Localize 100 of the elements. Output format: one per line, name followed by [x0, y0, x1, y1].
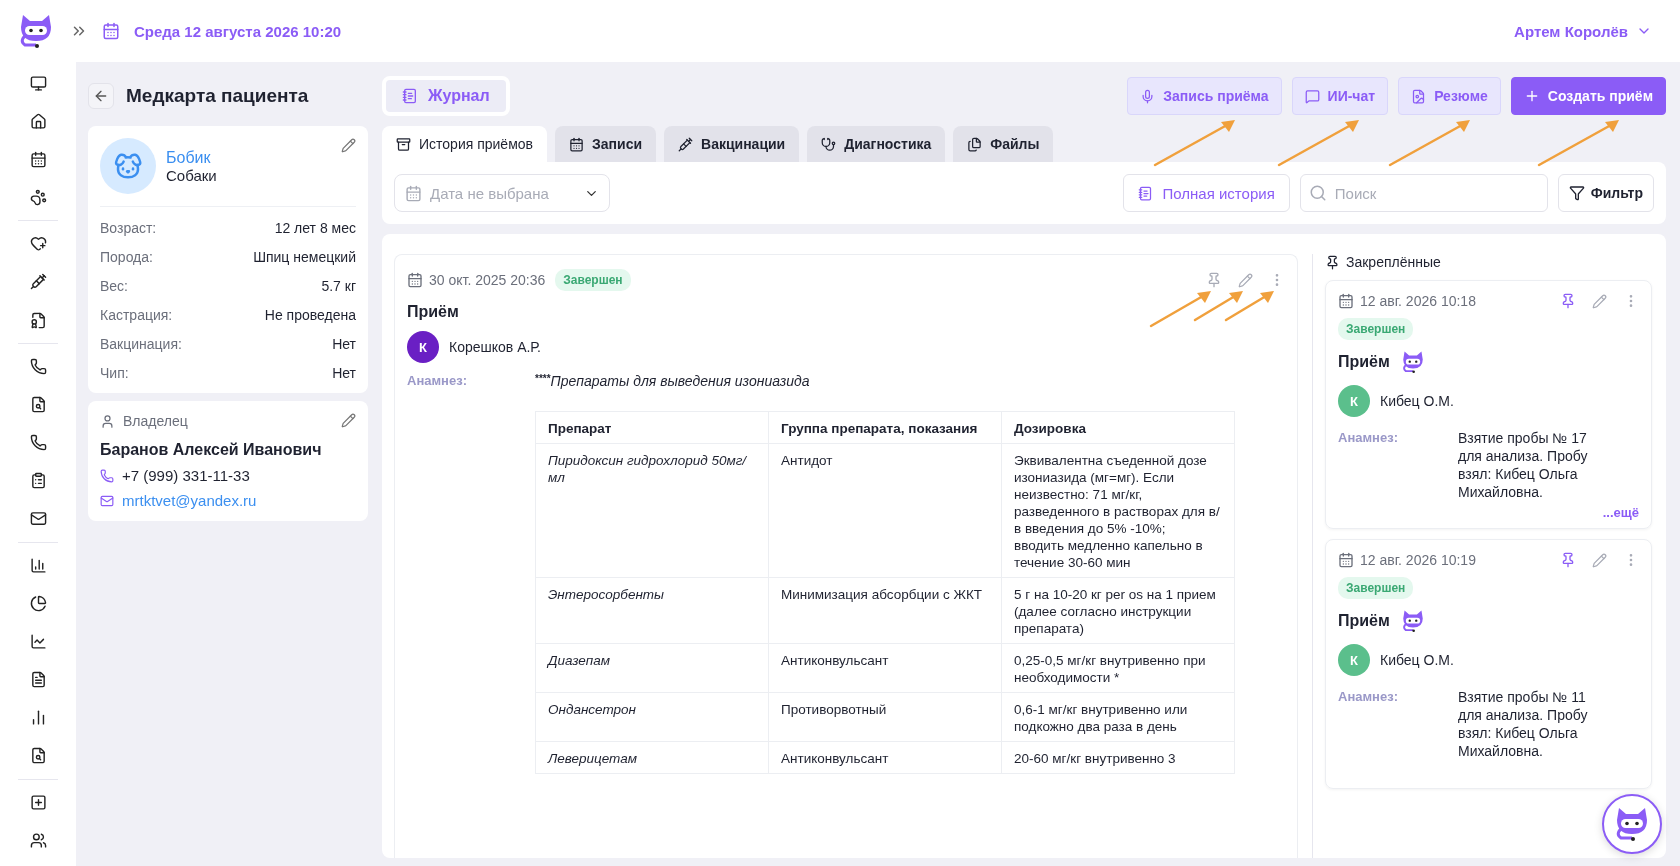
tab[interactable]: История приёмов: [382, 126, 547, 162]
table-cell: Ондансетрон: [535, 692, 769, 742]
table-cell: Минимизация абсорбции с ЖКТ: [768, 577, 1002, 644]
line-chart-icon[interactable]: [28, 632, 48, 651]
owner-name: Баранов Алексей Иванович: [100, 441, 323, 459]
field-value: Не проведена: [264, 307, 356, 323]
paw-icon[interactable]: [28, 188, 48, 207]
status-badge: Завершен: [1338, 577, 1414, 599]
table-cell: Противорвотный: [768, 692, 1002, 742]
users-icon[interactable]: [28, 831, 48, 850]
stethoscope-icon: [821, 136, 837, 152]
field-value: 5.7 кг: [321, 278, 356, 294]
full-history-button[interactable]: Полная история: [1122, 174, 1290, 212]
phone-icon[interactable]: [28, 357, 48, 376]
anamnesis-text: ****Препараты для выведения изониазида: [535, 373, 811, 389]
table-cell: Антиконвульсант: [768, 741, 1002, 774]
table-cell: Антиконвульсант: [768, 643, 1002, 693]
table-cell: Леверицетам: [535, 741, 769, 774]
edit-icon[interactable]: [341, 413, 356, 428]
column-header: Дозировка: [1001, 411, 1235, 444]
date-select[interactable]: Дата не выбрана: [394, 174, 610, 212]
calendar-icon: [102, 22, 120, 40]
bar-chart-icon[interactable]: [28, 556, 48, 575]
owner-email[interactable]: mrtktvet@yandex.ru: [122, 492, 257, 509]
search-icon: [1308, 184, 1327, 202]
phone-icon[interactable]: [28, 433, 48, 452]
more-link[interactable]: ...ещё: [1602, 505, 1639, 520]
record-title: Приём: [1338, 353, 1390, 371]
field-label: Возраст:: [100, 220, 157, 236]
tab[interactable]: Файлы: [953, 126, 1054, 162]
field-label: Кастрация:: [100, 307, 173, 323]
calendar-icon: [405, 184, 422, 202]
owner-phone: +7 (999) 331-11-33: [122, 467, 250, 484]
monitor-icon[interactable]: [28, 74, 48, 92]
status-badge: Завершен: [1338, 318, 1414, 340]
files-icon: [967, 136, 983, 152]
pinned-heading: Закреплённые: [1346, 254, 1441, 270]
search-field[interactable]: Поиск: [1299, 174, 1548, 212]
pin-icon: [1325, 254, 1340, 270]
user-menu[interactable]: Артем Королёв: [1510, 18, 1656, 44]
calendar-icon: [1338, 293, 1354, 309]
record-title: Приём: [407, 303, 459, 321]
column-header: Препарат: [535, 411, 769, 444]
plus-square-icon[interactable]: [28, 793, 48, 812]
table-cell: Энтеросорбенты: [535, 577, 769, 644]
table-cell: Антидот: [768, 443, 1002, 578]
anamnesis-label: Анамнез:: [407, 373, 468, 389]
column-header: Группа препарата, показания: [768, 411, 1002, 444]
chat-icon: [1304, 88, 1320, 104]
field-value: Нет: [332, 336, 356, 352]
pet-species: Собаки: [166, 166, 217, 184]
filter-icon: [1568, 185, 1585, 201]
action-button[interactable]: Резюме: [1398, 77, 1501, 115]
mail-icon[interactable]: [28, 510, 48, 528]
journal-button[interactable]: Журнал: [382, 76, 510, 116]
pie-chart-icon[interactable]: [28, 594, 48, 613]
phone-icon: [100, 468, 114, 483]
field-label: Вакцинация:: [100, 336, 182, 352]
record-title: Приём: [1338, 612, 1390, 630]
record-date: 12 авг. 2026 10:18: [1338, 293, 1476, 309]
doctor-avatar: К: [407, 331, 439, 363]
pin-icon[interactable]: [1560, 293, 1576, 309]
back-button[interactable]: [88, 83, 114, 109]
field-value: Шпиц немецкий: [253, 249, 356, 265]
field-value: 12 лет 8 мес: [274, 220, 356, 236]
action-button[interactable]: Создать приём: [1510, 77, 1666, 115]
tab[interactable]: Диагностика: [807, 126, 946, 162]
calendar-icon: [569, 136, 584, 152]
anamnesis-label: Анамнез:: [1338, 429, 1399, 447]
record-date: 30 окт. 2025 20:36: [407, 272, 546, 288]
record-date: 12 авг. 2026 10:19: [1338, 552, 1476, 568]
table-cell: Пиридоксин гидрохлорид 50мг/мл: [535, 443, 769, 578]
field-label: Чип:: [100, 365, 129, 381]
current-date: Среда 12 августа 2026 10:20: [134, 22, 342, 40]
table-cell: 0,25-0,5 мг/кг внутривенно при необходимости *: [1001, 643, 1235, 693]
field-value: Нет: [332, 365, 356, 381]
doctor-name: Кибец О.М.: [1380, 652, 1454, 668]
tab[interactable]: Записи: [555, 126, 657, 162]
archive-icon: [396, 136, 411, 152]
tab[interactable]: Вакцинации: [664, 126, 800, 162]
table-cell: 5 г на 10-20 кг per os на 1 прием (далее согласно инструкции препарата): [1001, 577, 1235, 644]
table-cell: 0,6-1 мг/кг внутривенно или подкожно два раза в день: [1001, 692, 1235, 742]
edit-icon[interactable]: [341, 138, 356, 153]
syringe-icon[interactable]: [28, 273, 48, 291]
doctor-avatar: К: [1338, 644, 1370, 676]
document-badge-icon[interactable]: [28, 311, 48, 329]
anamnesis-text: Взятие пробы № 17 для анализа. Пробу взял: Кибец Ольга Михайловна.: [1458, 429, 1589, 501]
home-icon[interactable]: [28, 112, 48, 131]
calendar-icon: [407, 272, 423, 288]
mail-icon: [100, 493, 114, 508]
action-button[interactable]: ИИ-чат: [1291, 77, 1389, 115]
syringe-icon: [678, 136, 694, 152]
heart-plus-icon[interactable]: [28, 234, 48, 253]
calendar-icon[interactable]: [28, 150, 48, 169]
pin-icon[interactable]: [1560, 552, 1576, 568]
filter-button[interactable]: Фильтр: [1557, 174, 1654, 212]
owner-heading: Владелец: [123, 413, 188, 429]
action-button[interactable]: Запись приёма: [1127, 77, 1282, 115]
anamnesis-label: Анамнез:: [1338, 688, 1399, 706]
doctor-name: Корешков А.Р.: [449, 339, 541, 355]
